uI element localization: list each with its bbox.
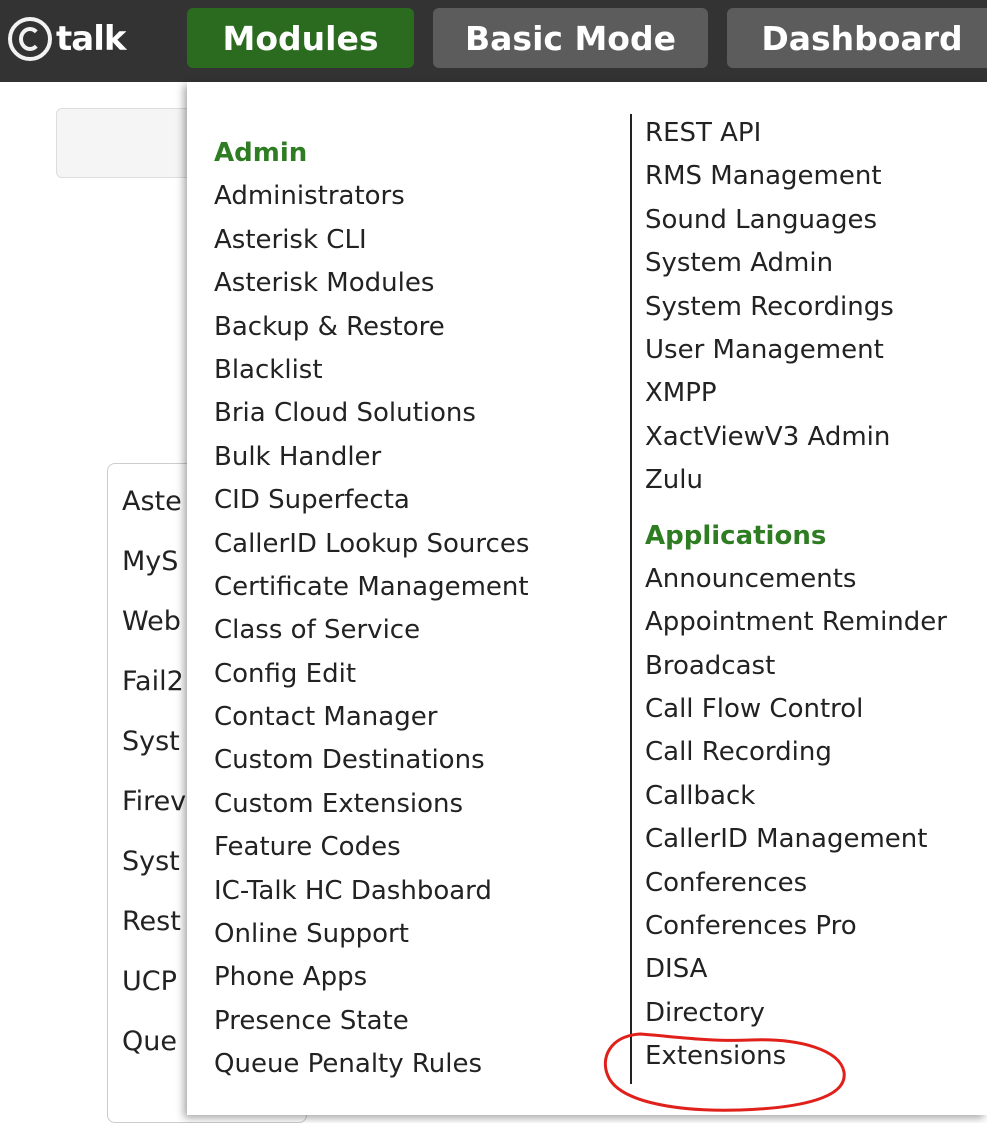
menu-item-system-admin[interactable]: System Admin [645,242,947,285]
admin-menu-list: Administrators Asterisk CLI Asterisk Modul… [214,175,529,1086]
nav-basic-mode-button[interactable]: Basic Mode [433,8,708,68]
menu-item-extensions[interactable]: Extensions [645,1035,947,1078]
menu-item-asterisk-cli[interactable]: Asterisk CLI [214,219,529,262]
section-title-applications: Applications [645,520,827,551]
menu-item-disa[interactable]: DISA [645,948,947,991]
admin-menu-list-continued: REST API RMS Management Sound Languages Sys… [645,112,947,503]
menu-item-call-recording[interactable]: Call Recording [645,731,947,774]
background-list-item-aste: Aste [122,486,182,517]
menu-item-queue-penalty-rules[interactable]: Queue Penalty Rules [214,1043,529,1086]
menu-item-class-of-service[interactable]: Class of Service [214,609,529,652]
section-title-admin: Admin [214,138,308,168]
menu-column-divider [630,114,632,1084]
background-list-item-mys: MyS [122,546,179,577]
modules-dropdown-menu: Admin Administrators Asterisk CLI Asterisk… [187,82,987,1115]
menu-item-administrators[interactable]: Administrators [214,175,529,218]
menu-item-callerid-lookup-sources[interactable]: CallerID Lookup Sources [214,523,529,566]
menu-item-appointment-reminder[interactable]: Appointment Reminder [645,601,947,644]
menu-item-rest-api[interactable]: REST API [645,112,947,155]
background-list-item-syst: Syst [122,846,180,877]
logo-text: talk [56,19,126,59]
menu-item-call-flow-control[interactable]: Call Flow Control [645,688,947,731]
applications-menu-list: Announcements Appointment Reminder Broadca… [645,558,947,1079]
menu-item-contact-manager[interactable]: Contact Manager [214,696,529,739]
menu-item-custom-extensions[interactable]: Custom Extensions [214,783,529,826]
menu-item-system-recordings[interactable]: System Recordings [645,286,947,329]
menu-item-custom-destinations[interactable]: Custom Destinations [214,739,529,782]
menu-item-sound-languages[interactable]: Sound Languages [645,199,947,242]
menu-item-presence-state[interactable]: Presence State [214,1000,529,1043]
menu-item-config-edit[interactable]: Config Edit [214,653,529,696]
background-list-item-web: Web [122,606,181,637]
menu-item-bria-cloud-solutions[interactable]: Bria Cloud Solutions [214,392,529,435]
menu-item-callback[interactable]: Callback [645,775,947,818]
menu-item-online-support[interactable]: Online Support [214,913,529,956]
menu-item-xactviewv3-admin[interactable]: XactViewV3 Admin [645,416,947,459]
nav-dashboard-button[interactable]: Dashboard [727,8,987,68]
menu-item-user-management[interactable]: User Management [645,329,947,372]
menu-item-bulk-handler[interactable]: Bulk Handler [214,436,529,479]
background-status-list: Aste MyS Web Fail2 Syst Firev Syst Rest UCP Que [122,472,186,1072]
menu-item-announcements[interactable]: Announcements [645,558,947,601]
background-list-item-firev: Firev [122,786,187,817]
menu-column-left: Admin Administrators Asterisk CLI Asterisk… [214,132,529,1087]
ictalk-logo-icon [8,17,52,61]
menu-item-xmpp[interactable]: XMPP [645,372,947,415]
nav-modules-button[interactable]: Modules [187,8,414,68]
background-list-item-syst: Syst [122,726,180,757]
menu-item-asterisk-modules[interactable]: Asterisk Modules [214,262,529,305]
menu-item-conferences[interactable]: Conferences [645,862,947,905]
ictalk-logo[interactable]: talk [8,14,126,64]
menu-item-phone-apps[interactable]: Phone Apps [214,956,529,999]
background-list-item-rest: Rest [122,906,181,937]
menu-item-callerid-management[interactable]: CallerID Management [645,818,947,861]
menu-item-zulu[interactable]: Zulu [645,459,947,502]
background-list-item-fail2: Fail2 [122,666,184,697]
menu-item-backup-and-restore[interactable]: Backup & Restore [214,306,529,349]
menu-item-certificate-management[interactable]: Certificate Management [214,566,529,609]
menu-item-cid-superfecta[interactable]: CID Superfecta [214,479,529,522]
top-navbar: talk Modules Basic Mode Dashboard [0,0,987,82]
menu-item-ic-talk-hc-dashboard[interactable]: IC-Talk HC Dashboard [214,870,529,913]
menu-item-feature-codes[interactable]: Feature Codes [214,826,529,869]
menu-item-conferences-pro[interactable]: Conferences Pro [645,905,947,948]
background-list-item-que: Que [122,1026,177,1057]
menu-item-rms-management[interactable]: RMS Management [645,155,947,198]
menu-column-right: REST API RMS Management Sound Languages Sys… [645,112,947,1079]
menu-item-blacklist[interactable]: Blacklist [214,349,529,392]
background-list-item-ucp: UCP [122,966,177,997]
menu-item-directory[interactable]: Directory [645,992,947,1035]
menu-item-broadcast[interactable]: Broadcast [645,645,947,688]
